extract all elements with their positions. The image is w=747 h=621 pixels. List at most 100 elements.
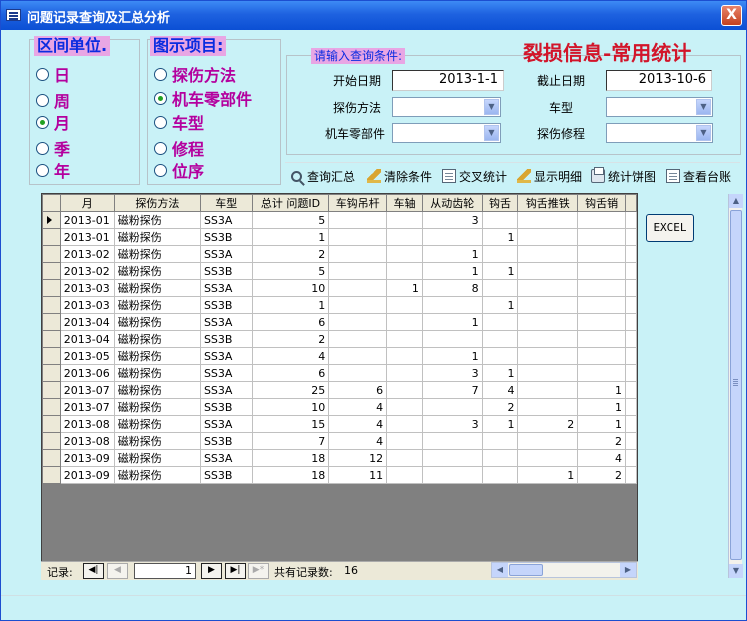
table-cell[interactable]: 4 xyxy=(328,398,388,416)
table-cell[interactable]: 2 xyxy=(577,466,626,484)
table-cell[interactable]: 2013-07 xyxy=(59,381,115,399)
table-cell[interactable] xyxy=(386,211,423,229)
table-cell[interactable] xyxy=(517,432,579,450)
table-cell[interactable] xyxy=(328,313,388,331)
table-row[interactable]: 2013-01 磁粉探伤 SS3B 1 1 xyxy=(42,228,638,246)
table-cell[interactable]: 3 xyxy=(421,211,483,229)
table-cell[interactable]: 1 xyxy=(481,262,519,280)
end-date-input[interactable]: 2013-10-6 xyxy=(606,70,712,91)
table-cell[interactable] xyxy=(328,211,388,229)
display-radio-part[interactable]: 机车零部件 xyxy=(154,86,252,110)
table-cell[interactable]: 1 xyxy=(481,364,519,382)
table-cell[interactable] xyxy=(577,279,626,297)
new-record-button[interactable]: ▶* xyxy=(248,563,269,579)
table-cell[interactable] xyxy=(386,330,423,348)
table-cell[interactable]: 15 xyxy=(251,415,330,433)
table-cell[interactable]: 18 xyxy=(251,466,330,484)
table-cell[interactable]: SS3B xyxy=(199,262,253,280)
query-summary-button[interactable]: 查询汇总 xyxy=(291,167,355,185)
table-row[interactable]: 2013-04 磁粉探伤 SS3A 6 1 xyxy=(42,313,638,331)
display-radio-repair[interactable]: 修程 xyxy=(154,136,204,160)
row-selector[interactable] xyxy=(42,279,61,297)
table-cell[interactable]: SS3A xyxy=(199,364,253,382)
display-radio-position[interactable]: 位序 xyxy=(154,158,204,182)
table-cell[interactable] xyxy=(517,330,579,348)
table-row[interactable]: 2013-03 磁粉探伤 SS3B 1 1 xyxy=(42,296,638,314)
table-cell[interactable]: 1 xyxy=(577,381,626,399)
table-cell[interactable] xyxy=(517,245,579,263)
table-cell[interactable] xyxy=(624,381,638,399)
table-cell[interactable]: 5 xyxy=(251,211,330,229)
row-selector[interactable] xyxy=(42,228,61,246)
pie-chart-button[interactable]: 统计饼图 xyxy=(591,167,656,185)
table-cell[interactable] xyxy=(481,347,519,365)
table-cell[interactable] xyxy=(517,279,579,297)
table-cell[interactable] xyxy=(517,262,579,280)
table-cell[interactable] xyxy=(624,449,638,467)
table-cell[interactable]: 4 xyxy=(251,347,330,365)
table-cell[interactable]: 3 xyxy=(421,364,483,382)
row-selector[interactable] xyxy=(42,296,61,314)
table-cell[interactable] xyxy=(421,432,483,450)
table-row[interactable]: 2013-06 磁粉探伤 SS3A 6 3 1 xyxy=(42,364,638,382)
table-cell[interactable]: SS3B xyxy=(199,432,253,450)
table-cell[interactable]: 磁粉探伤 xyxy=(113,313,201,331)
table-cell[interactable]: SS3A xyxy=(199,381,253,399)
table-row[interactable]: 2013-02 磁粉探伤 SS3B 5 1 1 xyxy=(42,262,638,280)
table-cell[interactable]: 磁粉探伤 xyxy=(113,415,201,433)
row-selector[interactable] xyxy=(42,449,61,467)
table-cell[interactable]: SS3A xyxy=(199,279,253,297)
table-cell[interactable] xyxy=(328,330,388,348)
table-cell[interactable]: 磁粉探伤 xyxy=(113,449,201,467)
next-record-button[interactable]: ▶ xyxy=(201,563,222,579)
table-cell[interactable]: 6 xyxy=(251,364,330,382)
table-cell[interactable] xyxy=(624,211,638,229)
table-cell[interactable]: SS3A xyxy=(199,415,253,433)
column-header[interactable]: 钩舌推铁 xyxy=(517,194,579,212)
table-cell[interactable] xyxy=(386,347,423,365)
table-cell[interactable] xyxy=(328,296,388,314)
table-cell[interactable] xyxy=(577,262,626,280)
table-row[interactable]: 2013-08 磁粉探伤 SS3A 15 4 3 1 2 1 xyxy=(42,415,638,433)
table-cell[interactable]: 10 xyxy=(251,279,330,297)
table-cell[interactable]: 1 xyxy=(421,245,483,263)
table-row[interactable]: 2013-04 磁粉探伤 SS3B 2 xyxy=(42,330,638,348)
table-cell[interactable] xyxy=(386,245,423,263)
table-cell[interactable]: 磁粉探伤 xyxy=(113,466,201,484)
table-cell[interactable] xyxy=(577,313,626,331)
table-cell[interactable]: 磁粉探伤 xyxy=(113,381,201,399)
table-cell[interactable]: 磁粉探伤 xyxy=(113,245,201,263)
table-cell[interactable] xyxy=(624,313,638,331)
table-cell[interactable]: 11 xyxy=(328,466,388,484)
table-cell[interactable] xyxy=(577,245,626,263)
table-cell[interactable]: 6 xyxy=(251,313,330,331)
table-cell[interactable]: 2013-02 xyxy=(59,245,115,263)
table-cell[interactable]: 2 xyxy=(481,398,519,416)
table-cell[interactable]: 磁粉探伤 xyxy=(113,398,201,416)
column-header[interactable]: 探伤方法 xyxy=(113,194,201,212)
table-cell[interactable]: 3 xyxy=(421,415,483,433)
show-detail-button[interactable]: 显示明细 xyxy=(517,167,582,185)
column-header[interactable]: 从动齿轮 xyxy=(421,194,483,212)
table-cell[interactable]: 1 xyxy=(517,466,579,484)
cross-stat-button[interactable]: 交叉统计 xyxy=(442,167,507,185)
table-cell[interactable]: SS3A xyxy=(199,449,253,467)
table-cell[interactable] xyxy=(386,364,423,382)
column-header[interactable] xyxy=(624,194,638,212)
scroll-right-icon[interactable]: ▶ xyxy=(620,563,636,577)
table-cell[interactable] xyxy=(328,364,388,382)
interval-radio-month[interactable]: 月 xyxy=(36,110,70,134)
table-cell[interactable] xyxy=(328,228,388,246)
column-header[interactable]: 钩舌销 xyxy=(577,194,626,212)
vertical-scrollbar[interactable]: ▲ ▼ xyxy=(728,194,743,578)
scroll-thumb[interactable] xyxy=(509,564,543,576)
row-selector[interactable] xyxy=(42,313,61,331)
scroll-up-icon[interactable]: ▲ xyxy=(729,194,743,208)
table-cell[interactable] xyxy=(481,449,519,467)
table-cell[interactable] xyxy=(517,364,579,382)
table-cell[interactable]: 25 xyxy=(251,381,330,399)
interval-radio-day[interactable]: 日 xyxy=(36,62,70,86)
table-cell[interactable] xyxy=(624,279,638,297)
table-cell[interactable] xyxy=(624,415,638,433)
start-date-input[interactable]: 2013-1-1 xyxy=(392,70,504,91)
